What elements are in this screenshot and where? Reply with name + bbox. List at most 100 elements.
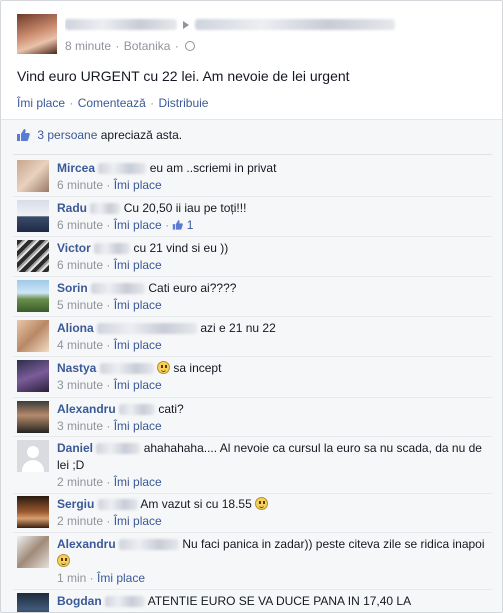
commenter-avatar[interactable] bbox=[17, 593, 49, 612]
author-line bbox=[65, 17, 425, 33]
comment-time[interactable]: 6 minute bbox=[57, 218, 103, 232]
post-meta: 8 minute · Botanika · bbox=[65, 39, 196, 53]
divider bbox=[13, 316, 492, 317]
commenter-surname-redacted bbox=[97, 499, 138, 511]
commenter-avatar[interactable] bbox=[17, 200, 49, 232]
comment-text: Cu 20,50 ii iau pe toți!!! bbox=[123, 201, 247, 215]
commenter-avatar[interactable] bbox=[17, 360, 49, 392]
post-card: 8 minute · Botanika · Vind euro URGENT c… bbox=[0, 0, 503, 613]
like-summary: 3 persoane apreciază asta. bbox=[16, 128, 182, 146]
commenter-name[interactable]: Radu bbox=[57, 201, 87, 215]
commenter-avatar[interactable] bbox=[17, 536, 49, 568]
commenter-name[interactable]: Alexandru bbox=[57, 402, 116, 416]
comment-time[interactable]: 1 min bbox=[57, 571, 86, 585]
comment-time[interactable]: 3 minute bbox=[57, 419, 103, 433]
commenter-name[interactable]: Daniel bbox=[57, 441, 93, 455]
like-summary-text: apreciază asta. bbox=[100, 128, 183, 142]
commenter-name[interactable]: Alexandru bbox=[57, 537, 116, 551]
divider bbox=[13, 397, 492, 398]
commenter-surname-redacted bbox=[119, 404, 156, 416]
divider bbox=[13, 436, 492, 437]
commenter-name[interactable]: Mircea bbox=[57, 161, 95, 175]
comment-like-button[interactable]: Îmi place bbox=[114, 178, 162, 192]
commenter-name[interactable]: Victor bbox=[57, 241, 91, 255]
post-header: 8 minute · Botanika · bbox=[17, 14, 487, 58]
arrow-right-icon bbox=[183, 20, 189, 29]
divider bbox=[13, 589, 492, 590]
commenter-surname-redacted bbox=[90, 203, 121, 215]
commenter-surname-redacted bbox=[105, 596, 146, 608]
divider bbox=[13, 493, 492, 494]
commenter-name[interactable]: Aliona bbox=[57, 321, 94, 335]
commenter-surname-redacted bbox=[98, 163, 147, 175]
group-name-redacted[interactable] bbox=[195, 19, 395, 31]
comment-like-button[interactable]: Îmi place bbox=[97, 571, 145, 585]
comment-time[interactable]: 6 minute bbox=[57, 258, 103, 272]
commenter-name[interactable]: Sergiu bbox=[57, 497, 94, 511]
author-avatar[interactable] bbox=[17, 14, 57, 54]
comment-like-button[interactable]: Îmi place bbox=[114, 338, 162, 352]
thumbs-up-icon bbox=[17, 129, 30, 141]
comment-time[interactable]: 5 minute bbox=[57, 298, 103, 312]
comment-like-count[interactable]: 1 bbox=[187, 218, 194, 232]
comment-time[interactable]: 2 minute bbox=[57, 514, 103, 528]
post-text: Vind euro URGENT cu 22 lei. Am nevoie de… bbox=[17, 68, 350, 84]
commenter-surname-redacted bbox=[99, 363, 154, 375]
commenter-surname-redacted bbox=[97, 323, 198, 335]
comment-text: sa incept bbox=[173, 361, 222, 375]
comment-text: Nu faci panica in zadar)) peste citeva z… bbox=[182, 537, 485, 551]
comment-like-button[interactable]: Îmi place bbox=[114, 218, 162, 232]
comment-text: eu am ..scriemi in privat bbox=[149, 161, 277, 175]
thumbs-up-icon bbox=[173, 220, 184, 230]
commenter-avatar[interactable] bbox=[17, 160, 49, 192]
divider bbox=[13, 196, 492, 197]
comment-button[interactable]: Comentează bbox=[78, 96, 146, 110]
commenter-surname-redacted bbox=[94, 243, 131, 255]
comment-like-button[interactable]: Îmi place bbox=[114, 475, 162, 489]
commenter-avatar[interactable] bbox=[17, 320, 49, 352]
post-location[interactable]: Botanika bbox=[124, 39, 171, 53]
comment-time[interactable]: 4 minute bbox=[57, 338, 103, 352]
comment-like-button[interactable]: Îmi place bbox=[114, 298, 162, 312]
commenter-avatar[interactable] bbox=[17, 280, 49, 312]
divider bbox=[13, 532, 492, 533]
smile-emoji-icon bbox=[57, 554, 70, 567]
feedback-section: 3 persoane apreciază asta. Mircea eu am … bbox=[1, 119, 502, 612]
comment-like-button[interactable]: Îmi place bbox=[114, 378, 162, 392]
like-count[interactable]: 3 persoane bbox=[37, 128, 97, 142]
default-avatar-icon[interactable] bbox=[17, 440, 49, 472]
comment-like-button[interactable]: Îmi place bbox=[114, 419, 162, 433]
share-button[interactable]: Distribuie bbox=[158, 96, 208, 110]
comment-text: cati? bbox=[158, 402, 184, 416]
comment-time[interactable]: 3 minute bbox=[57, 378, 103, 392]
author-name-redacted[interactable] bbox=[65, 19, 177, 31]
smile-emoji-icon bbox=[157, 361, 171, 374]
comment-item: Daniel ahahahaha.... Al nevoie ca cursul… bbox=[17, 440, 487, 489]
commenter-avatar[interactable] bbox=[17, 496, 49, 528]
divider bbox=[13, 154, 492, 155]
commenter-name[interactable]: Nastya bbox=[57, 361, 96, 375]
globe-icon[interactable] bbox=[185, 41, 196, 51]
commenter-surname-redacted bbox=[119, 539, 180, 551]
comment-text: azi e 21 nu 22 bbox=[200, 321, 276, 335]
comment-time[interactable]: 6 minute bbox=[57, 178, 103, 192]
comment-text: Cati euro ai???? bbox=[148, 281, 237, 295]
commenter-avatar[interactable] bbox=[17, 401, 49, 433]
comment-like-button[interactable]: Îmi place bbox=[114, 258, 162, 272]
divider bbox=[13, 276, 492, 277]
like-button[interactable]: Îmi place bbox=[17, 96, 65, 110]
post-actions: Îmi place · Comentează · Distribuie bbox=[17, 96, 209, 110]
commenter-name[interactable]: Sorin bbox=[57, 281, 88, 295]
smile-emoji-icon bbox=[255, 497, 269, 510]
comment-text: cu 21 vind si eu )) bbox=[133, 241, 229, 255]
commenter-name[interactable]: Bogdan bbox=[57, 594, 102, 608]
comment-text: Am vazut si cu 18.55 bbox=[140, 497, 252, 511]
commenter-surname-redacted bbox=[96, 443, 141, 455]
comment-like-button[interactable]: Îmi place bbox=[114, 514, 162, 528]
comment-time[interactable]: 2 minute bbox=[57, 475, 103, 489]
commenter-surname-redacted bbox=[91, 283, 146, 295]
post-time[interactable]: 8 minute bbox=[65, 39, 111, 53]
divider bbox=[13, 236, 492, 237]
commenter-avatar[interactable] bbox=[17, 240, 49, 272]
divider bbox=[13, 356, 492, 357]
